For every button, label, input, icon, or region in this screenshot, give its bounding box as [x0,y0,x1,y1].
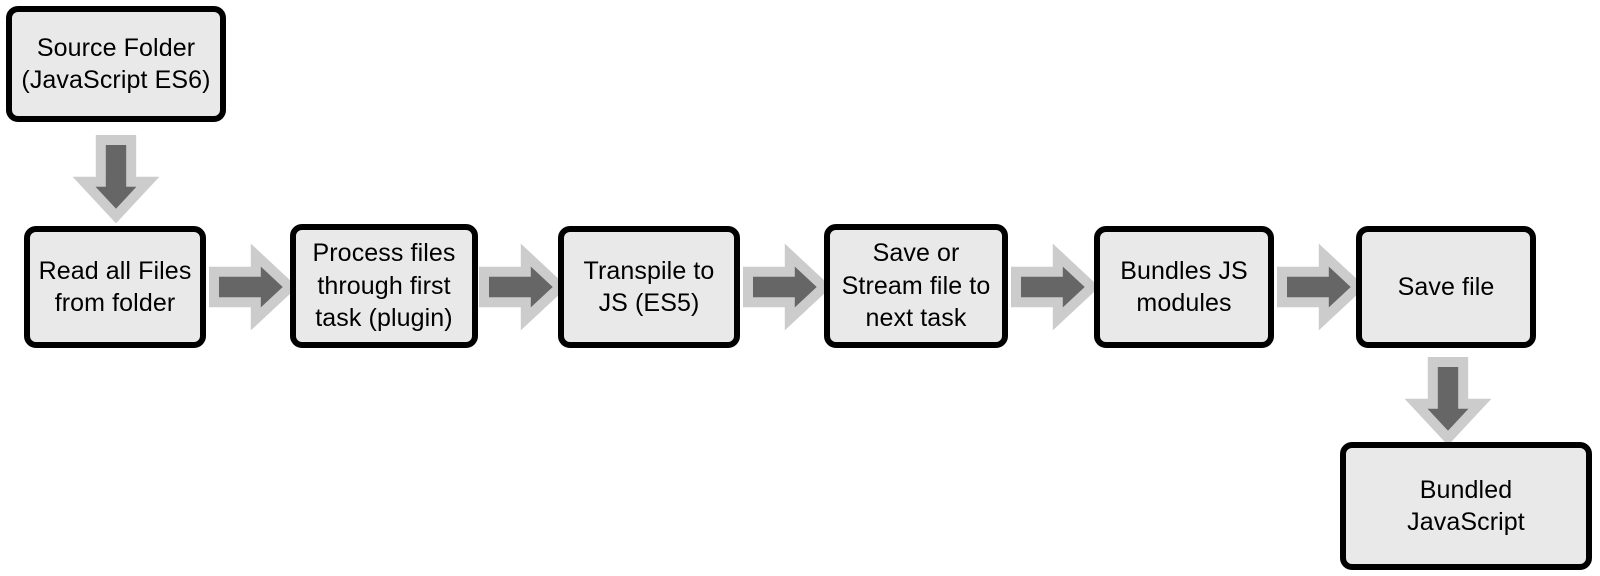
node-read-all-files: Read all Files from folder [24,226,206,348]
node-source-folder: Source Folder (JavaScript ES6) [6,6,226,122]
node-label: Read all Files from folder [38,256,192,318]
arrow-down-icon [1410,362,1486,438]
node-label: Transpile to JS (ES5) [583,256,715,318]
arrow-shape [1016,255,1092,319]
arrow-shape [484,255,560,319]
arrow-shape [84,140,148,216]
arrow-down-icon [78,140,154,216]
arrow-right-icon [1282,249,1358,325]
node-transpile-to-js: Transpile to JS (ES5) [558,226,740,348]
node-label: Source Folder (JavaScript ES6) [21,33,211,95]
node-label: Save file [1397,272,1495,301]
arrow-shape [1416,362,1480,438]
arrow-shape [214,255,290,319]
node-label: Save or Stream file to next task [841,239,991,333]
node-bundled-javascript: Bundled JavaScript [1340,442,1592,570]
arrow-right-icon [748,249,824,325]
arrow-right-icon [214,249,290,325]
arrow-shape [1282,255,1358,319]
flowchart-canvas: Source Folder (JavaScript ES6) Read all F… [0,0,1600,576]
arrow-right-icon [484,249,560,325]
node-label: Bundles JS modules [1120,256,1248,318]
node-label: Process files through first task (plugin… [312,239,456,333]
node-bundles-js-modules: Bundles JS modules [1094,226,1274,348]
node-label: Bundled JavaScript [1407,475,1525,537]
node-save-or-stream: Save or Stream file to next task [824,224,1008,348]
node-process-files: Process files through first task (plugin… [290,224,478,348]
arrow-right-icon [1016,249,1092,325]
node-save-file: Save file [1356,226,1536,348]
arrow-shape [748,255,824,319]
